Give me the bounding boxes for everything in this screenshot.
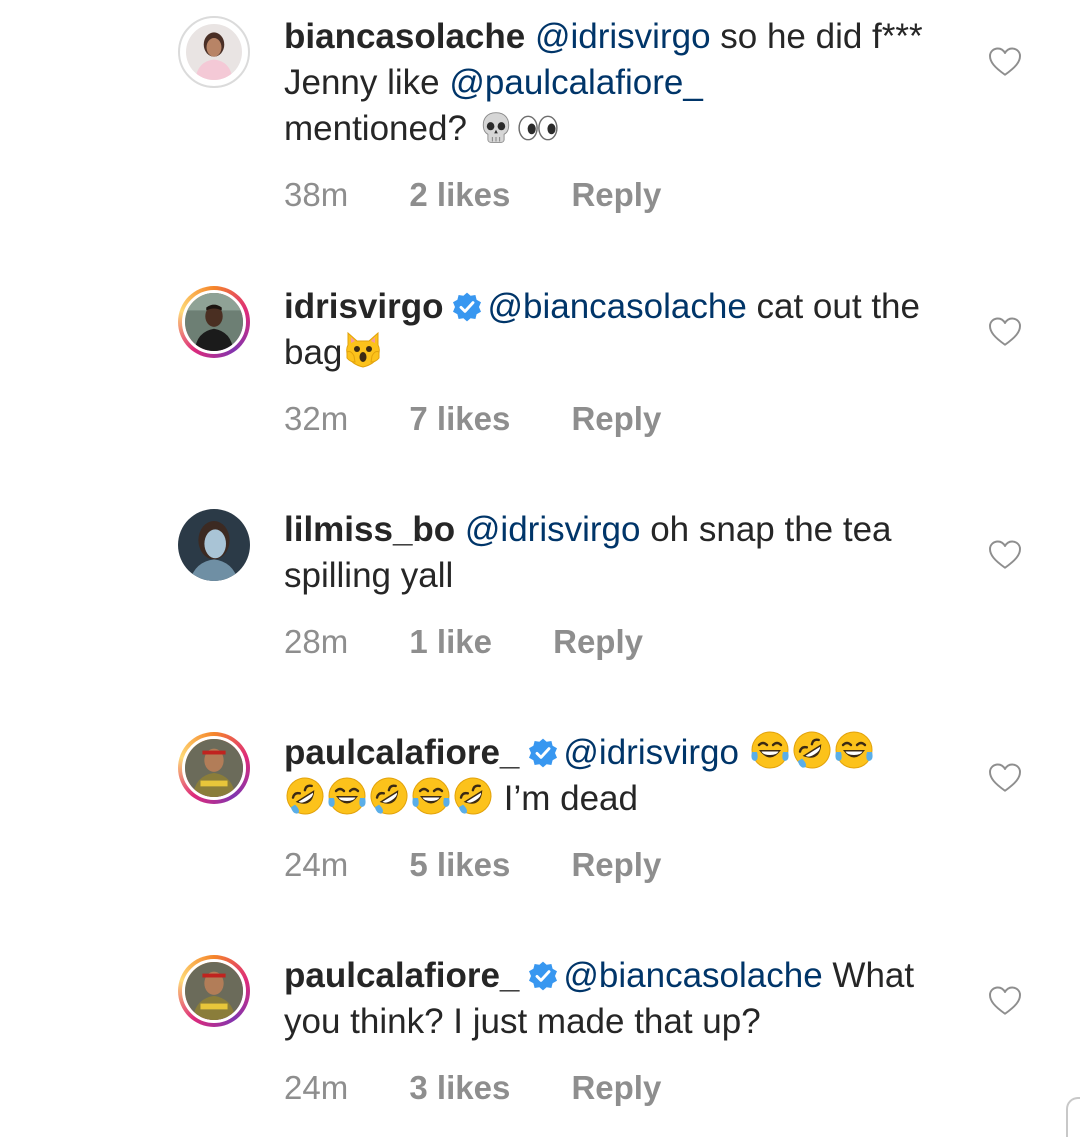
heart-icon[interactable] [987,983,1023,1019]
comment-username[interactable]: lilmiss_bo [284,510,455,549]
avatar-photo [182,290,246,354]
avatar-photo [182,736,246,800]
heart-icon[interactable] [987,760,1023,796]
comment-username[interactable]: biancasolache [284,17,525,56]
comment-mention[interactable]: @paulcalafiore_ [449,63,702,102]
verified-badge-icon [451,291,483,323]
comment-time: 38m [284,176,349,213]
joy-icon [411,776,451,816]
verified-badge-icon [527,960,559,992]
reply-button[interactable]: Reply [571,1069,661,1107]
heart-icon[interactable] [987,44,1023,80]
comment-mention[interactable]: @biancasolache [563,956,822,995]
avatar[interactable] [178,286,250,358]
comment-mention[interactable]: @idrisvirgo [563,733,739,772]
comment-time: 32m [284,400,349,437]
comment-time: 24m [284,846,349,883]
avatar[interactable] [178,955,250,1027]
comment-mention[interactable]: @biancasolache [487,287,746,326]
comment-likes[interactable]: 7 likes [409,400,510,438]
rofl-icon [369,776,409,816]
avatar[interactable] [178,16,250,88]
heart-icon[interactable] [987,314,1023,350]
comment-text: lilmiss_bo @idrisvirgo oh snap the tea s… [284,507,964,599]
avatar[interactable] [178,732,250,804]
comment-meta: 28m 1 like Reply [284,623,643,661]
comment-username[interactable]: idrisvirgo [284,287,443,326]
comment-likes[interactable]: 3 likes [409,1069,510,1107]
comment-meta: 38m 2 likes Reply [284,176,661,214]
comment-username[interactable]: paulcalafiore_ [284,956,519,995]
rofl-icon [453,776,493,816]
corner-fragment [1066,1097,1080,1137]
avatar-photo [178,509,250,581]
reply-button[interactable]: Reply [571,176,661,214]
eyes-icon [516,110,560,146]
comment-username[interactable]: paulcalafiore_ [284,733,519,772]
comment-text: idrisvirgo @biancasolache cat out the bag [284,284,964,376]
comment-text: biancasolache @idrisvirgo so he did f***… [284,14,964,152]
comment-text: paulcalafiore_ @biancasolache What you th… [284,953,964,1045]
comment-likes[interactable]: 1 like [409,623,492,661]
comment-meta: 32m 7 likes Reply [284,400,661,438]
comment-body: mentioned? [284,109,477,148]
comment-likes[interactable]: 5 likes [409,846,510,884]
avatar-photo [182,959,246,1023]
avatar-photo [183,21,245,83]
joy-icon [750,730,790,770]
comment-mention[interactable]: @idrisvirgo [535,17,711,56]
comment-meta: 24m 3 likes Reply [284,1069,661,1107]
comment-mention[interactable]: @idrisvirgo [465,510,641,549]
comment-body: I’m dead [494,779,638,818]
reply-button[interactable]: Reply [553,623,643,661]
rofl-icon [792,730,832,770]
comment-meta: 24m 5 likes Reply [284,846,661,884]
rofl-icon [285,776,325,816]
scream-cat-icon [343,330,383,370]
verified-badge-icon [527,737,559,769]
reply-button[interactable]: Reply [571,846,661,884]
joy-icon [327,776,367,816]
skull-icon [478,110,514,146]
heart-icon[interactable] [987,537,1023,573]
comment-text: paulcalafiore_ @idrisvirgo I’m dead [284,730,964,822]
reply-button[interactable]: Reply [571,400,661,438]
avatar[interactable] [178,509,250,581]
joy-icon [834,730,874,770]
comment-time: 24m [284,1069,349,1106]
comment-likes[interactable]: 2 likes [409,176,510,214]
comment-time: 28m [284,623,349,660]
